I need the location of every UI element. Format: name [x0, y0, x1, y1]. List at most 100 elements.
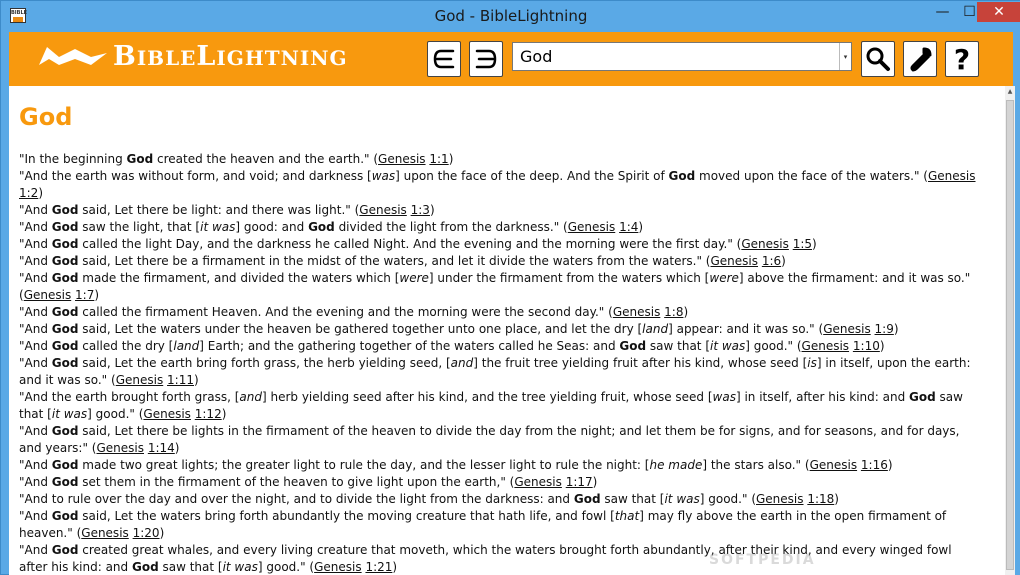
settings-button[interactable] [903, 41, 937, 77]
book-link[interactable]: Genesis [314, 560, 362, 574]
book-link[interactable]: Genesis [711, 254, 759, 268]
verse-text: ] good: and [235, 220, 309, 234]
highlighted-term: God [51, 203, 79, 217]
verse-reference-link[interactable]: 1:9 [875, 322, 894, 336]
verse-reference-link[interactable]: 1:6 [762, 254, 781, 268]
back-arrow-icon [433, 49, 455, 69]
search-icon [866, 47, 890, 71]
verse-text: made the firmament, and divided the wate… [78, 271, 400, 285]
italic-text: and [239, 390, 262, 404]
verse-reference-link[interactable]: 1:14 [148, 441, 175, 455]
verse-item: "And God said, Let the waters under the … [19, 322, 899, 336]
back-button[interactable] [427, 41, 461, 77]
verse-text: "And [19, 339, 52, 353]
highlighted-term: God [51, 322, 79, 336]
book-link[interactable]: Genesis [928, 169, 976, 183]
verse-item: "And to rule over the day and over the n… [19, 492, 839, 506]
verse-reference-link[interactable]: 1:1 [429, 152, 448, 166]
verse-text: saw the light, that [ [78, 220, 201, 234]
verse-text: "And [19, 305, 52, 319]
verse-reference-link[interactable]: 1:18 [807, 492, 834, 506]
highlighted-term: God [126, 152, 154, 166]
book-link[interactable]: Genesis [514, 475, 562, 489]
toolbar: BIBLELIGHTNING ▾ ? [9, 32, 1013, 86]
italic-text: it was [710, 339, 746, 353]
verse-reference-link[interactable]: 1:5 [793, 237, 812, 251]
book-link[interactable]: Genesis [378, 152, 426, 166]
verse-text: "In the beginning [19, 152, 127, 166]
results-heading: God [19, 103, 73, 131]
verse-text: "And the earth was without form, and voi… [19, 169, 372, 183]
book-link[interactable]: Genesis [741, 237, 789, 251]
verse-reference-link[interactable]: 1:11 [167, 373, 194, 387]
verse-item: "And God said, Let there be light: and t… [19, 203, 435, 217]
verse-text: "And [19, 203, 52, 217]
verse-list: "In the beginning God created the heaven… [19, 151, 983, 575]
verse-text: called the light Day, and the darkness h… [78, 237, 742, 251]
highlighted-term: God [51, 356, 79, 370]
highlighted-term: God [51, 271, 79, 285]
title-bar[interactable]: BIBLE God - BibleLightning — ☐ ✕ [1, 1, 1020, 32]
verse-item: "And God said, Let the waters bring fort… [19, 509, 947, 540]
close-button[interactable]: ✕ [977, 2, 1020, 22]
book-link[interactable]: Genesis [568, 220, 616, 234]
book-link[interactable]: Genesis [802, 339, 850, 353]
verse-reference-link[interactable]: 1:10 [853, 339, 880, 353]
verse-text: ] in itself, after his kind: and [735, 390, 910, 404]
verse-text: "And [19, 220, 52, 234]
verse-text: "And [19, 458, 52, 472]
italic-text: it was [200, 220, 236, 234]
verse-item: "And God created great whales, and every… [19, 543, 952, 574]
book-link[interactable]: Genesis [756, 492, 804, 506]
verse-text: ] good." ( [87, 407, 144, 421]
help-button[interactable]: ? [945, 41, 979, 77]
verse-text: created the heaven and the earth." ( [153, 152, 379, 166]
verse-text: divided the light from the darkness." ( [334, 220, 568, 234]
highlighted-term: God [131, 560, 159, 574]
scroll-thumb[interactable] [1006, 100, 1014, 570]
verse-text: called the dry [ [78, 339, 174, 353]
book-link[interactable]: Genesis [96, 441, 144, 455]
search-input[interactable] [513, 43, 839, 70]
verse-text: "And [19, 271, 52, 285]
verse-text: "And [19, 237, 52, 251]
verse-item: "And God said, Let the earth bring forth… [19, 356, 971, 387]
verse-reference-link[interactable]: 1:4 [619, 220, 638, 234]
verse-reference-link[interactable]: 1:3 [411, 203, 430, 217]
verse-text: said, Let the waters bring forth abundan… [78, 509, 615, 523]
verse-text: ] appear: and it was so." ( [668, 322, 824, 336]
book-link[interactable]: Genesis [810, 458, 858, 472]
verse-reference-link[interactable]: 1:8 [664, 305, 683, 319]
verse-reference-link[interactable]: 1:2 [19, 186, 38, 200]
search-button[interactable] [861, 41, 895, 77]
verse-item: "And God made the firmament, and divided… [19, 271, 971, 302]
book-link[interactable]: Genesis [359, 203, 407, 217]
verse-text: "And [19, 475, 52, 489]
verse-text: "And [19, 543, 52, 557]
verse-reference-link[interactable]: 1:20 [133, 526, 160, 540]
dropdown-arrow-icon[interactable]: ▾ [839, 43, 851, 70]
verse-reference-link[interactable]: 1:16 [861, 458, 888, 472]
verse-reference-link[interactable]: 1:17 [566, 475, 593, 489]
book-link[interactable]: Genesis [143, 407, 191, 421]
book-link[interactable]: Genesis [116, 373, 164, 387]
vertical-scrollbar[interactable]: ▲ [1005, 86, 1015, 575]
highlighted-term: God [51, 509, 79, 523]
book-link[interactable]: Genesis [823, 322, 871, 336]
verse-item: "And God said, Let there be lights in th… [19, 424, 960, 455]
book-link[interactable]: Genesis [81, 526, 129, 540]
verse-item: "And the earth brought forth grass, [and… [19, 390, 963, 421]
italic-text: were [399, 271, 429, 285]
forward-button[interactable] [469, 41, 503, 77]
verse-reference-link[interactable]: 1:7 [75, 288, 94, 302]
italic-text: it was [222, 560, 258, 574]
book-link[interactable]: Genesis [24, 288, 72, 302]
verse-text: saw that [ [158, 560, 223, 574]
help-icon: ? [953, 42, 971, 76]
scroll-up-icon[interactable]: ▲ [1005, 88, 1015, 95]
verse-reference-link[interactable]: 1:12 [195, 407, 222, 421]
minimize-button[interactable]: — [929, 2, 956, 22]
search-combobox[interactable]: ▾ [512, 42, 852, 71]
verse-reference-link[interactable]: 1:21 [365, 560, 392, 574]
book-link[interactable]: Genesis [613, 305, 661, 319]
